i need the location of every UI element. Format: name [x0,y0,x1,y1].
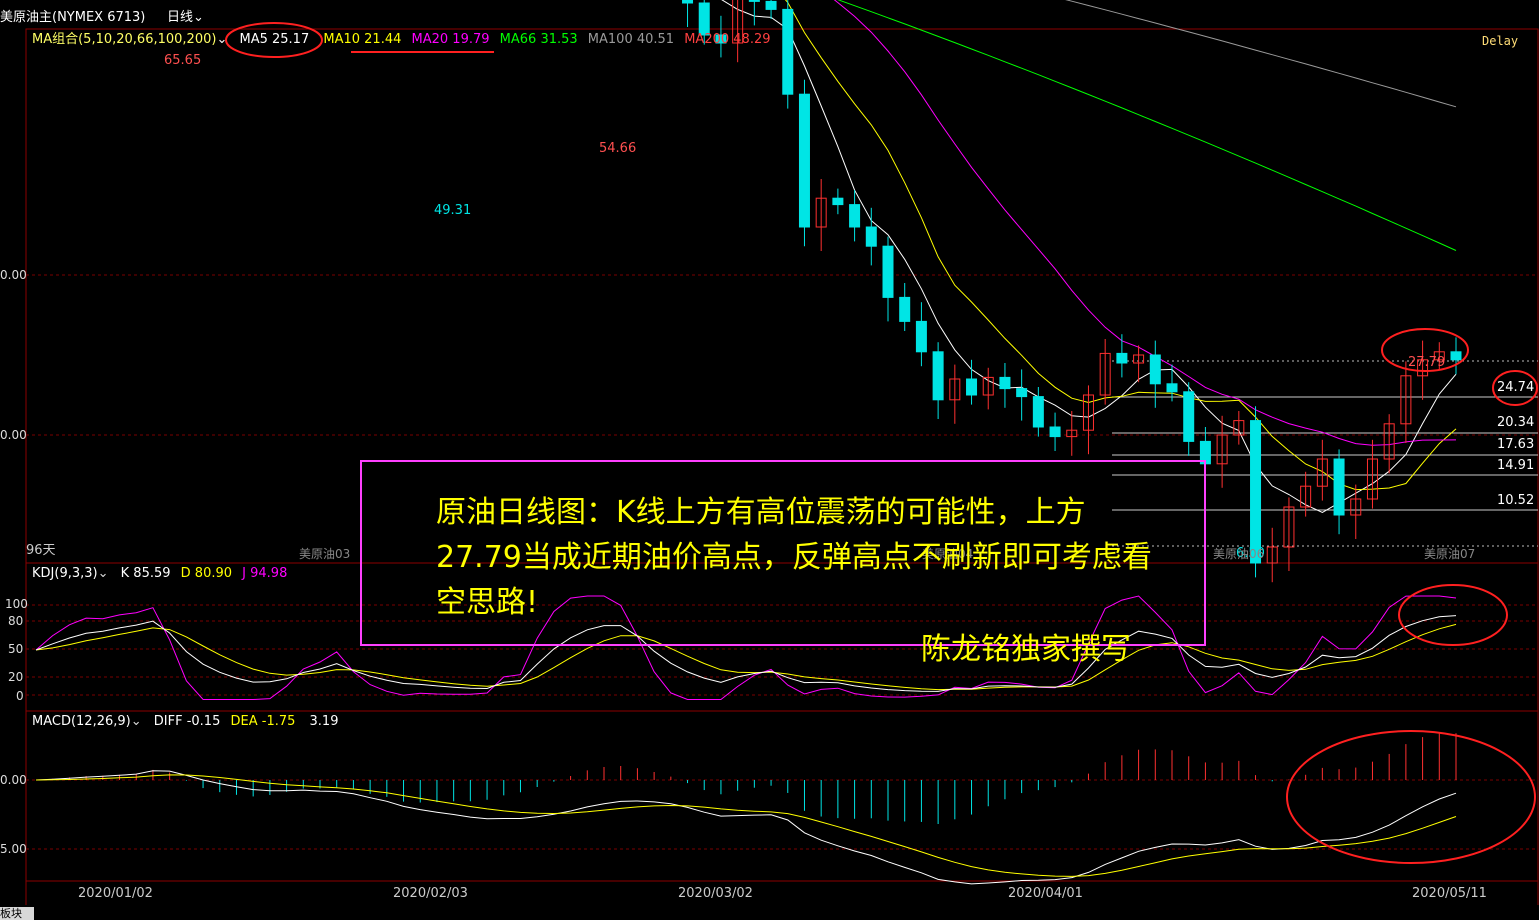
kdj-k-value: K 85.59 [120,566,171,581]
symbol-title[interactable]: 美原油主(NYMEX 6713) [0,10,145,26]
kdj-tick: 50 [8,642,24,656]
candle-body [1116,352,1128,364]
kdj-j-value: J 94.98 [242,566,288,581]
macd-diff-line [35,770,1457,885]
contract-label: 美原油03 [299,547,351,561]
price-tag: 24.74 [1497,380,1535,395]
candle-body [1250,420,1262,564]
high-label: 65.65 [164,53,202,68]
contract-label: 美原油06 [1213,547,1265,561]
macd-dea-value: DEA -1.75 [230,714,296,729]
author-credit: 陈龙铭独家撰写 [921,632,1131,667]
kdj-group-label: KDJ(9,3,3) [32,566,98,581]
kdj-circle [1398,584,1508,646]
candle-body [782,8,794,95]
ma66-value: MA66 31.53 [499,32,578,47]
moving-average-lines [721,0,1457,513]
candle-body [899,296,911,322]
kdj-tick: 20 [8,670,24,684]
days-count: 96天 [26,543,56,558]
candle-body [765,0,777,10]
chevron-down-icon: ⌄ [216,32,228,47]
contract-label: 美原油07 [1424,547,1476,561]
ma10-value: MA10 21.44 [323,32,402,47]
sector-tab[interactable]: 板块 [0,907,34,920]
ma5-value: MA5 25.17 [239,32,310,47]
macd-tick: 5.00 [0,842,27,856]
price-tag: 10.52 [1497,493,1535,508]
macd-circle [1286,730,1536,864]
candle-body [849,204,861,228]
ma20-line [833,0,1457,446]
candle-body [932,351,944,401]
price-tick-label: 0.00 [0,268,27,282]
ma100-line [1065,0,1457,108]
candle-body [748,0,760,2]
annotation-shapes [225,22,1538,864]
ma100-value: MA100 40.51 [587,32,675,47]
kdj-tick: 0 [16,689,24,703]
delay-badge: Delay [1482,34,1519,48]
macd-value: 3.19 [309,714,339,729]
analysis-note: 原油日线图：K线上方有高位震荡的可能性，上方27.79当成近期油价高点，反弹高点… [436,495,1152,620]
candle-body [999,376,1011,390]
candle-body [1016,388,1028,398]
candle-body [1333,458,1345,516]
candle-body [882,245,894,298]
macd-tick: 0.00 [0,773,27,787]
kdj-k-line [35,615,1457,692]
date-label: 2020/04/01 [1008,886,1083,901]
ma200-value: MA200 48.29 [684,32,771,47]
ma-legend[interactable]: MA组合(5,10,20,66,100,200)⌄ MA5 25.17 MA10… [32,32,771,48]
chevron-down-icon: ⌄ [130,714,142,729]
macd-dea-line [35,774,1457,877]
period-selector[interactable]: 日线⌄ [167,10,204,26]
macd-diff-value: DIFF -0.15 [153,714,221,729]
chevron-down-icon: ⌄ [97,566,109,581]
macd-legend[interactable]: MACD(12,26,9)⌄ DIFF -0.15 DEA -1.75 3.19 [32,714,338,730]
kdj-tick: 80 [8,614,24,628]
candle-body [1032,396,1044,428]
kdj-d-value: D 80.90 [180,566,233,581]
ma5-line [721,0,1457,513]
candle-body [1149,354,1161,385]
candle-body [1166,383,1178,393]
candle-body [1183,391,1195,442]
date-label: 2020/03/02 [678,886,753,901]
kdj-legend[interactable]: KDJ(9,3,3)⌄ K 85.59 D 80.90 J 94.98 [32,566,287,582]
price-tag: 14.91 [1497,458,1535,473]
mid-high-label: 54.66 [599,141,637,156]
candle-body [832,197,844,206]
price-tag: 20.34 [1497,415,1535,430]
date-label: 2020/02/03 [393,886,468,901]
candle-body [1049,426,1061,438]
chart-window: 美原油主(NYMEX 6713) 日线⌄ Delay MA组合(5,10,20,… [0,0,1539,920]
candle-body [865,226,877,247]
price-tag: 17.63 [1497,437,1535,452]
candle-body [698,2,710,36]
chart-canvas [25,0,1539,905]
kdj-d-line [35,623,1457,691]
chevron-down-icon: ⌄ [193,10,204,25]
candle-body [966,378,978,396]
candle-body [798,93,810,228]
candle-body [1450,351,1462,361]
kdj-tick: 100 [5,597,28,611]
period-label: 日线 [167,10,194,25]
mid-low-label: 49.31 [434,203,472,218]
date-label: 2020/05/11 [1412,886,1487,901]
candle-body [682,0,694,4]
ma-group-label: MA组合(5,10,20,66,100,200) [32,32,217,47]
date-label: 2020/01/02 [78,886,153,901]
recent-high-label: 27.79 [1408,355,1446,370]
macd-series [35,733,1457,885]
ma20-value: MA20 19.79 [411,32,490,47]
candle-body [915,320,927,353]
ma10-line [784,0,1457,491]
macd-group-label: MACD(12,26,9) [32,714,131,729]
price-tick-label: 0.00 [0,428,27,442]
